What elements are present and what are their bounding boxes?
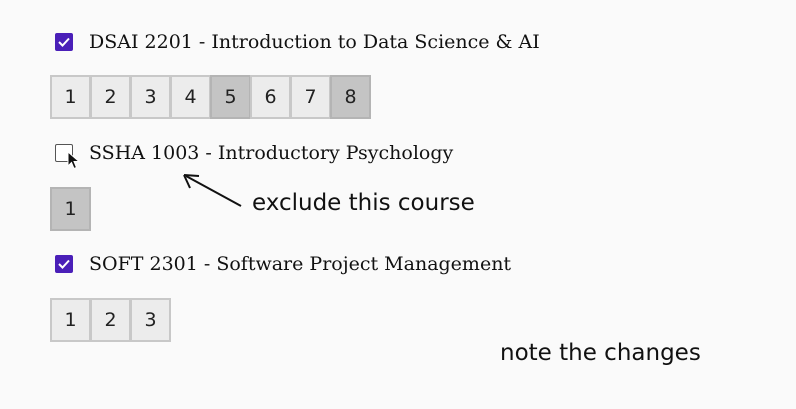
checkmark-icon <box>58 259 70 269</box>
section-button[interactable]: 2 <box>90 75 131 119</box>
course-row-dsai-2201: DSAI 2201 - Introduction to Data Science… <box>55 31 540 53</box>
section-button-selected[interactable]: 8 <box>330 75 371 119</box>
exclude-annotation: exclude this course <box>252 190 475 216</box>
course-row-ssha-1003: SSHA 1003 - Introductory Psychology <box>55 142 453 164</box>
section-button[interactable]: 4 <box>170 75 211 119</box>
changes-annotation: note the changes <box>500 340 701 366</box>
course-label: SSHA 1003 - Introductory Psychology <box>89 142 454 164</box>
mouse-pointer-icon <box>67 151 81 170</box>
section-button[interactable]: 3 <box>130 75 171 119</box>
checkmark-icon <box>58 37 70 47</box>
section-group-soft-2301: 1 2 3 <box>50 298 171 342</box>
section-button-selected[interactable]: 5 <box>210 75 251 119</box>
section-button[interactable]: 7 <box>290 75 331 119</box>
course-checkbox-dsai-2201[interactable] <box>55 33 73 51</box>
section-button[interactable]: 3 <box>130 298 171 342</box>
section-group-dsai-2201: 1 2 3 4 5 6 7 8 <box>50 75 371 119</box>
course-row-soft-2301: SOFT 2301 - Software Project Management <box>55 253 511 275</box>
section-button[interactable]: 6 <box>250 75 291 119</box>
course-label: SOFT 2301 - Software Project Management <box>89 253 512 275</box>
section-button[interactable]: 1 <box>50 298 91 342</box>
section-button-selected[interactable]: 1 <box>50 187 91 231</box>
section-group-ssha-1003: 1 <box>50 187 91 231</box>
section-button[interactable]: 1 <box>50 75 91 119</box>
course-label: DSAI 2201 - Introduction to Data Science… <box>89 31 540 53</box>
course-checkbox-soft-2301[interactable] <box>55 255 73 273</box>
section-button[interactable]: 2 <box>90 298 131 342</box>
